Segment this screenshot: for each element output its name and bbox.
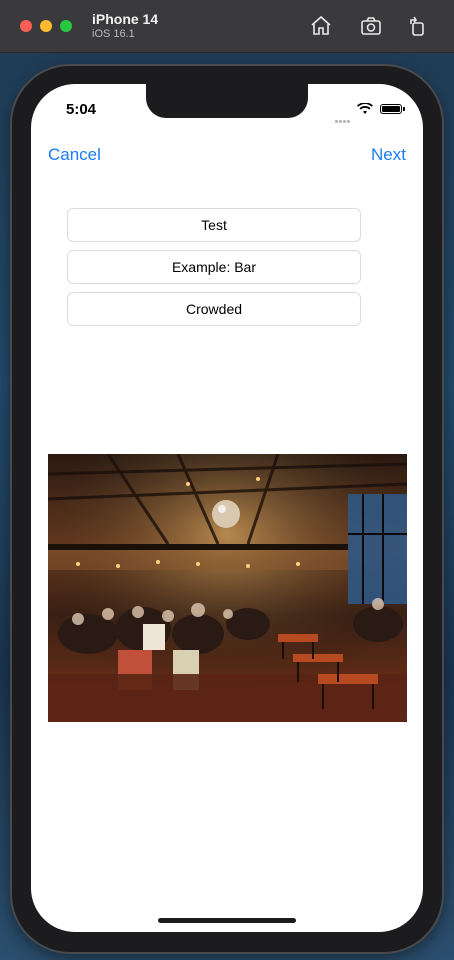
home-indicator[interactable] (158, 918, 296, 923)
os-version: iOS 16.1 (92, 28, 135, 40)
minimize-window-button[interactable] (40, 20, 52, 32)
device-name: iPhone 14 (92, 11, 159, 27)
notch (146, 84, 308, 118)
screenshot-icon[interactable] (359, 14, 383, 38)
home-icon[interactable] (309, 14, 333, 38)
battery-icon (380, 104, 402, 114)
description-field[interactable]: Crowded (67, 292, 361, 326)
rotate-icon[interactable] (405, 14, 429, 38)
zoom-window-button[interactable] (60, 20, 72, 32)
cellular-signal-icon (335, 110, 353, 123)
status-time: 5:04 (66, 101, 97, 118)
category-field[interactable]: Example: Bar (67, 250, 361, 284)
name-field[interactable]: Test (67, 208, 361, 242)
simulator-title-bar: iPhone 14 iOS 16.1 (0, 0, 454, 53)
cancel-button[interactable]: Cancel (48, 145, 101, 165)
battery-tip (403, 107, 405, 111)
close-window-button[interactable] (20, 20, 32, 32)
wifi-icon (357, 102, 373, 114)
next-button[interactable]: Next (371, 145, 406, 165)
venue-photo (48, 454, 407, 722)
